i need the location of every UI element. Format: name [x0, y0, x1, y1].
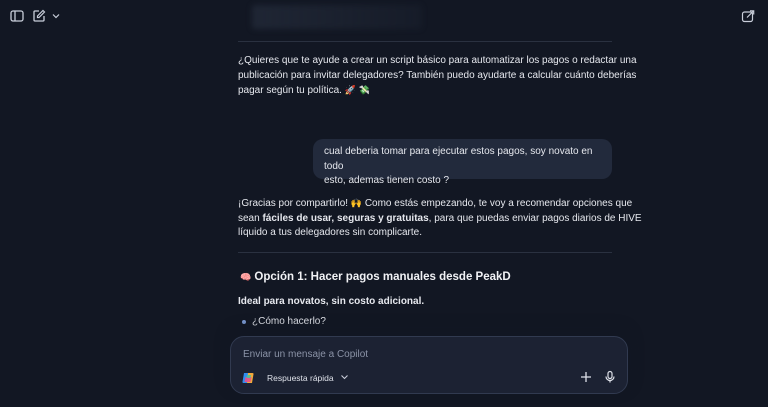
section-subheading: Ideal para novatos, sin costo adicional.	[238, 296, 425, 307]
message-line: ¿Quieres que te ayude a crear un script …	[238, 55, 637, 66]
add-attachment-button[interactable]	[579, 370, 593, 384]
divider	[238, 41, 612, 42]
emoji: 🚀 💸	[344, 85, 370, 95]
message-line: líquido a tus delegadores sin complicart…	[238, 227, 422, 238]
chevron-down-icon[interactable]	[51, 10, 61, 24]
response-mode-selector[interactable]: Respuesta rápida	[267, 373, 349, 383]
assistant-message: ¡Gracias por compartirlo! 🙌 Como estás e…	[238, 196, 642, 241]
user-message-bubble: cual deberia tomar para ejecutar estos p…	[313, 139, 612, 186]
message-line: cual deberia tomar para ejecutar estos p…	[324, 146, 593, 172]
microphone-icon[interactable]	[603, 370, 617, 384]
chevron-down-icon	[340, 373, 349, 383]
emoji: 🙌	[350, 198, 363, 208]
message-line: sean fáciles de usar, seguras y gratuita…	[238, 212, 642, 224]
assistant-message: ¿Quieres que te ayude a crear un script …	[238, 54, 637, 99]
bullet-icon	[242, 319, 246, 324]
message-input[interactable]	[241, 345, 615, 363]
message-line: ¡Gracias por compartirlo! 🙌 Como estás e…	[238, 198, 633, 209]
message-line: pagar según tu política. 🚀 💸	[238, 85, 370, 96]
list-item: ¿Cómo hacerlo?	[242, 316, 326, 327]
faded-previous-text	[252, 5, 422, 29]
sidebar-toggle-icon[interactable]	[10, 9, 24, 23]
message-line: esto, ademas tienen costo ?	[324, 175, 450, 186]
share-icon[interactable]	[741, 9, 755, 23]
message-line: publicación para invitar delegadores? Ta…	[238, 69, 637, 81]
section-heading: 🧠 Opción 1: Hacer pagos manuales desde P…	[240, 271, 511, 283]
divider	[238, 252, 612, 253]
compose-icon[interactable]	[32, 9, 46, 23]
brain-emoji: 🧠	[240, 272, 252, 282]
message-composer: Respuesta rápida	[230, 336, 628, 394]
copilot-logo-icon	[241, 371, 255, 385]
